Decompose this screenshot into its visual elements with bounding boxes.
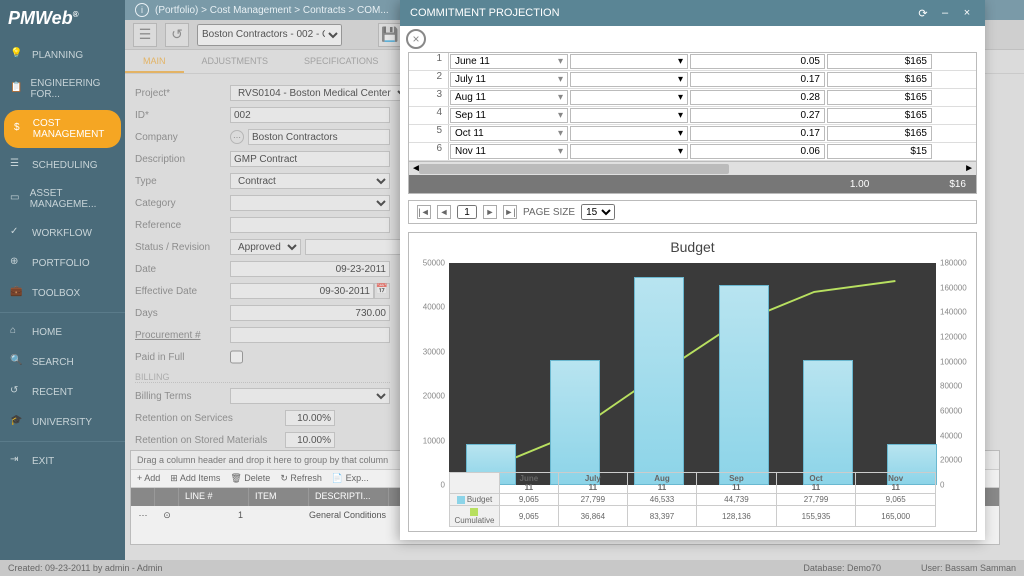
sidebar-item-recent[interactable]: ↺RECENT <box>0 377 125 407</box>
status-field[interactable]: Approved <box>230 239 301 255</box>
sidebar-item-portfolio[interactable]: ⊕PORTFOLIO <box>0 248 125 278</box>
clipboard-icon: 📋 <box>10 82 22 96</box>
list-icon: ☰ <box>10 158 24 172</box>
commitment-projection-modal: COMMITMENT PROJECTION ⟳ – × × 1 June 11▾… <box>400 0 985 540</box>
modal-refresh-icon[interactable]: ⟳ <box>915 5 931 21</box>
grid-additems-button[interactable]: ⊞ Add Items <box>170 473 220 484</box>
search-icon: 🔍 <box>10 355 24 369</box>
tab-specifications[interactable]: SPECIFICATIONS <box>286 50 396 73</box>
history-icon: ↺ <box>10 385 24 399</box>
modal-minimize-icon[interactable]: – <box>937 5 953 21</box>
exit-icon: ⇥ <box>10 454 24 468</box>
sidebar-item-search[interactable]: 🔍SEARCH <box>0 347 125 377</box>
pager-last-button[interactable]: ►| <box>503 205 517 219</box>
chart-bar <box>550 360 600 485</box>
type-field[interactable]: Contract <box>230 173 390 189</box>
retention-materials-field[interactable] <box>285 432 335 448</box>
projection-row[interactable]: 4 Sep 11▾ ▾ 0.27 $165 <box>409 107 976 125</box>
tab-main[interactable]: MAIN <box>125 50 184 73</box>
briefcase-icon: 💼 <box>10 286 24 300</box>
breadcrumb: (Portfolio) > Cost Management > Contract… <box>155 5 389 16</box>
calendar-icon[interactable]: 📅 <box>374 283 390 299</box>
category-field[interactable] <box>230 195 390 211</box>
grad-icon: 🎓 <box>10 415 24 429</box>
pager-first-button[interactable]: |◄ <box>417 205 431 219</box>
sidebar-item-cost-management[interactable]: $COST MANAGEMENT <box>4 110 121 148</box>
effective-date-field[interactable] <box>230 283 374 299</box>
chart-bar <box>634 277 684 485</box>
dollar-icon: $ <box>14 122 25 136</box>
tab-adjustments[interactable]: ADJUSTMENTS <box>184 50 287 73</box>
pager-page-input[interactable] <box>457 205 477 219</box>
sidebar-item-engineering[interactable]: 📋ENGINEERING FOR... <box>0 70 125 108</box>
projection-total-row: 1.00$16 <box>409 175 976 193</box>
pager-prev-button[interactable]: ◄ <box>437 205 451 219</box>
info-icon[interactable]: i <box>135 3 149 17</box>
billing-terms-field[interactable] <box>230 388 390 404</box>
days-field[interactable] <box>230 305 390 321</box>
sidebar-item-toolbox[interactable]: 💼TOOLBOX <box>0 278 125 308</box>
chart-plot-area <box>449 263 936 485</box>
description-field[interactable] <box>230 151 390 167</box>
modal-title: COMMITMENT PROJECTION <box>410 7 560 19</box>
sidebar-item-workflow[interactable]: ✓WORKFLOW <box>0 218 125 248</box>
grid-add-button[interactable]: + Add <box>137 473 160 484</box>
projection-table: 1 June 11▾ ▾ 0.05 $1652 July 11▾ ▾ 0.17 … <box>408 52 977 194</box>
sidebar-item-university[interactable]: 🎓UNIVERSITY <box>0 407 125 437</box>
pager-next-button[interactable]: ► <box>483 205 497 219</box>
chart-y-axis-right: 0200004000060000800001000001200001400001… <box>938 263 974 485</box>
project-field[interactable]: RVS0104 - Boston Medical Center <box>230 85 400 101</box>
id-field[interactable] <box>230 107 390 123</box>
pager: |◄ ◄ ► ►| PAGE SIZE 15 <box>408 200 977 224</box>
record-selector[interactable]: Boston Contractors - 002 - GMP Con <box>197 24 342 46</box>
projection-row[interactable]: 3 Aug 11▾ ▾ 0.28 $165 <box>409 89 976 107</box>
sidebar-item-planning[interactable]: 💡PLANNING <box>0 40 125 70</box>
reference-field[interactable] <box>230 217 390 233</box>
company-field[interactable] <box>248 129 390 145</box>
save-button[interactable]: 💾 <box>378 23 402 47</box>
chart-y-axis-left: 01000020000300004000050000 <box>413 263 447 485</box>
menu-button[interactable]: ☰ <box>133 23 157 47</box>
home-icon: ⌂ <box>10 325 24 339</box>
projection-row[interactable]: 6 Nov 11▾ ▾ 0.06 $15 <box>409 143 976 161</box>
sidebar-item-exit[interactable]: ⇥EXIT <box>0 446 125 476</box>
check-icon: ✓ <box>10 226 24 240</box>
horizontal-scrollbar[interactable]: ◄► <box>409 161 976 175</box>
chart-bar <box>719 285 769 485</box>
date-field[interactable] <box>230 261 390 277</box>
status-bar: Created: 09-23-2011 by admin - Admin Dat… <box>0 560 1024 576</box>
projection-row[interactable]: 2 July 11▾ ▾ 0.17 $165 <box>409 71 976 89</box>
tablet-icon: ▭ <box>10 192 22 206</box>
sidebar-item-asset[interactable]: ▭ASSET MANAGEME... <box>0 180 125 218</box>
paid-in-full-checkbox[interactable] <box>230 349 243 365</box>
chart-title: Budget <box>409 233 976 261</box>
chart-data-table: June11July11Aug11Sep11Oct11Nov11Budget9,… <box>449 472 936 527</box>
company-lookup-icon[interactable]: ⋯ <box>230 130 244 144</box>
budget-chart: Budget 01000020000300004000050000 020000… <box>408 232 977 532</box>
pager-size-select[interactable]: 15 <box>581 204 615 220</box>
globe-icon: ⊕ <box>10 256 24 270</box>
sidebar-item-scheduling[interactable]: ☰SCHEDULING <box>0 150 125 180</box>
sidebar-item-home[interactable]: ⌂HOME <box>0 317 125 347</box>
modal-close-icon[interactable]: × <box>959 5 975 21</box>
retention-services-field[interactable] <box>285 410 335 426</box>
procurement-field[interactable] <box>230 327 390 343</box>
projection-row[interactable]: 5 Oct 11▾ ▾ 0.17 $165 <box>409 125 976 143</box>
grid-delete-button[interactable]: 🗑 Delete <box>230 473 270 484</box>
revision-field[interactable] <box>305 239 400 255</box>
chart-bar <box>803 360 853 485</box>
history-button[interactable]: ↺ <box>165 23 189 47</box>
grid-export-button[interactable]: 📄 Exp... <box>332 473 369 484</box>
modal-header: COMMITMENT PROJECTION ⟳ – × <box>400 0 985 26</box>
lightbulb-icon: 💡 <box>10 48 24 62</box>
modal-close-circle-button[interactable]: × <box>406 29 426 49</box>
sidebar: PMWeb® 💡PLANNING 📋ENGINEERING FOR... $CO… <box>0 0 125 576</box>
grid-refresh-button[interactable]: ↻ Refresh <box>280 473 322 484</box>
projection-row[interactable]: 1 June 11▾ ▾ 0.05 $165 <box>409 53 976 71</box>
app-logo: PMWeb® <box>0 0 125 40</box>
